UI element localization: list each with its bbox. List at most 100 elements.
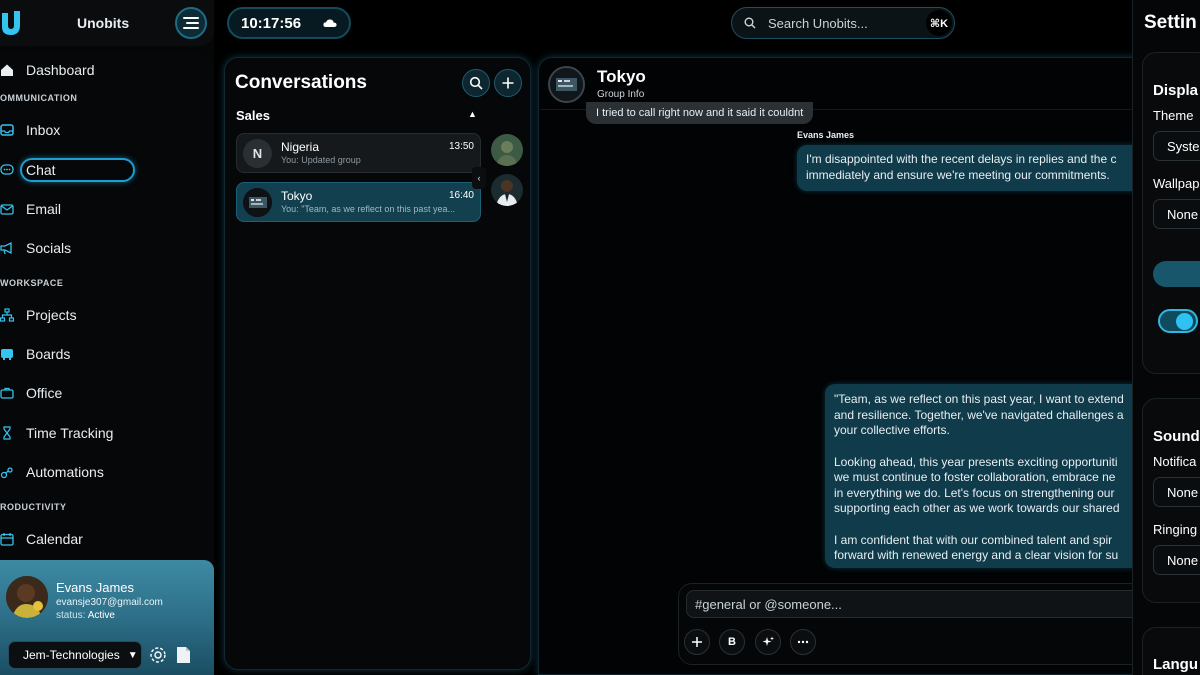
sidebar-item-label: Projects bbox=[26, 307, 77, 323]
sidebar-item-label: Dashboard bbox=[26, 62, 95, 78]
cloud-icon bbox=[323, 19, 337, 27]
caret-down-icon: ▼ bbox=[127, 649, 138, 661]
message-line: I'm disappointed with the recent delays … bbox=[806, 152, 1117, 166]
conversation-time: 16:40 bbox=[448, 190, 474, 201]
ringing-label: Ringing bbox=[1153, 522, 1198, 537]
sidebar-item-label: Automations bbox=[26, 464, 104, 480]
user-status: status: Active bbox=[56, 610, 115, 621]
theme-select[interactable]: Syste bbox=[1153, 131, 1200, 161]
theme-label: Theme bbox=[1153, 108, 1194, 123]
member-avatar[interactable] bbox=[491, 134, 523, 166]
menu-toggle-button[interactable] bbox=[175, 7, 207, 39]
sidebar-item-office[interactable]: Office bbox=[0, 380, 62, 406]
message-line: I am confident that with our combined ta… bbox=[834, 532, 1113, 547]
sidebar-item-socials[interactable]: Socials bbox=[0, 235, 71, 261]
sidebar-item-projects[interactable]: Projects bbox=[0, 302, 77, 328]
sidebar-item-dashboard[interactable]: Dashboard bbox=[0, 57, 95, 83]
sidebar-item-label: Office bbox=[26, 385, 63, 401]
message-line: supporting each other as we work towards… bbox=[834, 501, 1120, 515]
notification-sound-select[interactable]: None bbox=[1153, 477, 1200, 507]
message-bubble: I tried to call right now and it said it… bbox=[586, 102, 814, 124]
language-heading: Langu bbox=[1153, 656, 1198, 673]
organization-select[interactable]: Jem-Technologies ▼ bbox=[8, 641, 142, 669]
sidebar-item-label: Chat bbox=[26, 162, 56, 178]
megaphone-icon bbox=[0, 241, 14, 255]
collapse-panel-button[interactable]: ‹ bbox=[472, 167, 486, 189]
sidebar-item-chat[interactable]: Chat bbox=[0, 157, 56, 183]
bold-button[interactable]: B bbox=[719, 629, 745, 655]
message-input[interactable]: #general or @someone... bbox=[686, 590, 1156, 618]
conversation-avatar: N bbox=[243, 139, 272, 168]
message-line: and resilience. Together, we've navigate… bbox=[834, 407, 1124, 422]
hourglass-icon bbox=[0, 426, 14, 440]
sidebar-item-boards[interactable]: Boards bbox=[0, 341, 70, 367]
group-info-link[interactable]: Group Info bbox=[597, 89, 644, 100]
sidebar-item-time-tracking[interactable]: Time Tracking bbox=[0, 420, 113, 446]
new-conversation-button[interactable] bbox=[494, 69, 522, 97]
avatar[interactable] bbox=[6, 576, 48, 618]
member-avatar[interactable] bbox=[491, 174, 523, 206]
briefcase-icon bbox=[0, 386, 14, 400]
brand-name: Unobits bbox=[77, 15, 130, 31]
conversation-search-button[interactable] bbox=[462, 69, 490, 97]
wallpaper-select[interactable]: None bbox=[1153, 199, 1200, 229]
clock-time: 10:17:56 bbox=[241, 14, 302, 32]
sparkle-icon bbox=[762, 636, 774, 646]
user-status-label: status: bbox=[56, 610, 86, 621]
search-input[interactable]: Search Unobits... ⌘K bbox=[731, 7, 955, 39]
plus-icon bbox=[502, 77, 514, 89]
group-label-sales: Sales bbox=[236, 108, 270, 123]
calendar-icon bbox=[0, 532, 14, 546]
conversation-item-tokyo[interactable]: Tokyo 16:40 You: "Team, as we reflect on… bbox=[236, 182, 481, 222]
user-name: Evans James bbox=[56, 580, 135, 595]
message-line: your collective efforts. bbox=[834, 423, 950, 437]
home-icon bbox=[0, 63, 14, 77]
hamburger-icon bbox=[183, 17, 199, 29]
chat-bubble-icon bbox=[0, 163, 14, 177]
chat-title: Tokyo bbox=[597, 67, 646, 86]
automation-icon bbox=[0, 465, 14, 479]
organization-select-value: Jem-Technologies bbox=[23, 648, 120, 662]
message-sender: Evans James bbox=[797, 130, 855, 140]
user-email: evansje307@gmail.com bbox=[56, 597, 163, 608]
sidebar-item-email[interactable]: Email bbox=[0, 196, 61, 222]
sidebar-item-calendar[interactable]: Calendar bbox=[0, 526, 83, 552]
conversation-preview: You: Updated group bbox=[281, 155, 361, 165]
nav-section-communication: OMMUNICATION bbox=[0, 93, 78, 103]
sidebar-item-label: Inbox bbox=[26, 122, 61, 138]
message-line: immediately and ensure we're meeting our… bbox=[806, 167, 1110, 182]
sidebar-item-label: Time Tracking bbox=[26, 425, 114, 441]
search-placeholder: Search Unobits... bbox=[768, 15, 868, 31]
add-attachment-button[interactable] bbox=[684, 629, 710, 655]
settings-title: Settin bbox=[1144, 12, 1197, 33]
gear-icon[interactable] bbox=[149, 646, 167, 664]
message-bubble: "Team, as we reflect on this past year, … bbox=[825, 384, 1157, 568]
document-icon[interactable] bbox=[175, 646, 191, 664]
unobits-logo-icon[interactable] bbox=[0, 9, 22, 37]
conversation-item-nigeria[interactable]: N Nigeria 13:50 You: Updated group bbox=[236, 133, 481, 173]
group-avatar[interactable] bbox=[548, 66, 585, 103]
more-options-button[interactable] bbox=[790, 629, 816, 655]
sidebar-item-automations[interactable]: Automations bbox=[0, 459, 104, 485]
sidebar-item-inbox[interactable]: Inbox bbox=[0, 117, 60, 143]
message-line: we must continue to foster collaboration… bbox=[834, 470, 1116, 484]
message-line bbox=[834, 517, 1157, 533]
sidebar-item-label: Boards bbox=[26, 346, 71, 362]
mail-icon bbox=[0, 202, 14, 216]
ai-sparkle-button[interactable] bbox=[755, 629, 781, 655]
wallpaper-label: Wallpap bbox=[1153, 176, 1200, 191]
sidebar-item-label: Email bbox=[26, 201, 62, 217]
ringing-sound-select[interactable]: None bbox=[1153, 545, 1200, 575]
nav-section-workspace: WORKSPACE bbox=[0, 278, 64, 288]
caret-up-icon[interactable]: ▲ bbox=[468, 109, 477, 119]
conversation-name: Nigeria bbox=[281, 140, 320, 154]
conversation-avatar bbox=[243, 188, 272, 217]
conversations-title: Conversations bbox=[235, 72, 367, 93]
sidebar-item-label: Socials bbox=[26, 240, 72, 256]
search-icon bbox=[469, 76, 483, 90]
clock-widget: 10:17:56 bbox=[227, 7, 351, 39]
keyboard-shortcut-badge: ⌘K bbox=[926, 10, 952, 36]
settings-action-button[interactable] bbox=[1153, 261, 1200, 287]
display-heading: Displa bbox=[1153, 82, 1199, 99]
message-line bbox=[834, 439, 1157, 455]
